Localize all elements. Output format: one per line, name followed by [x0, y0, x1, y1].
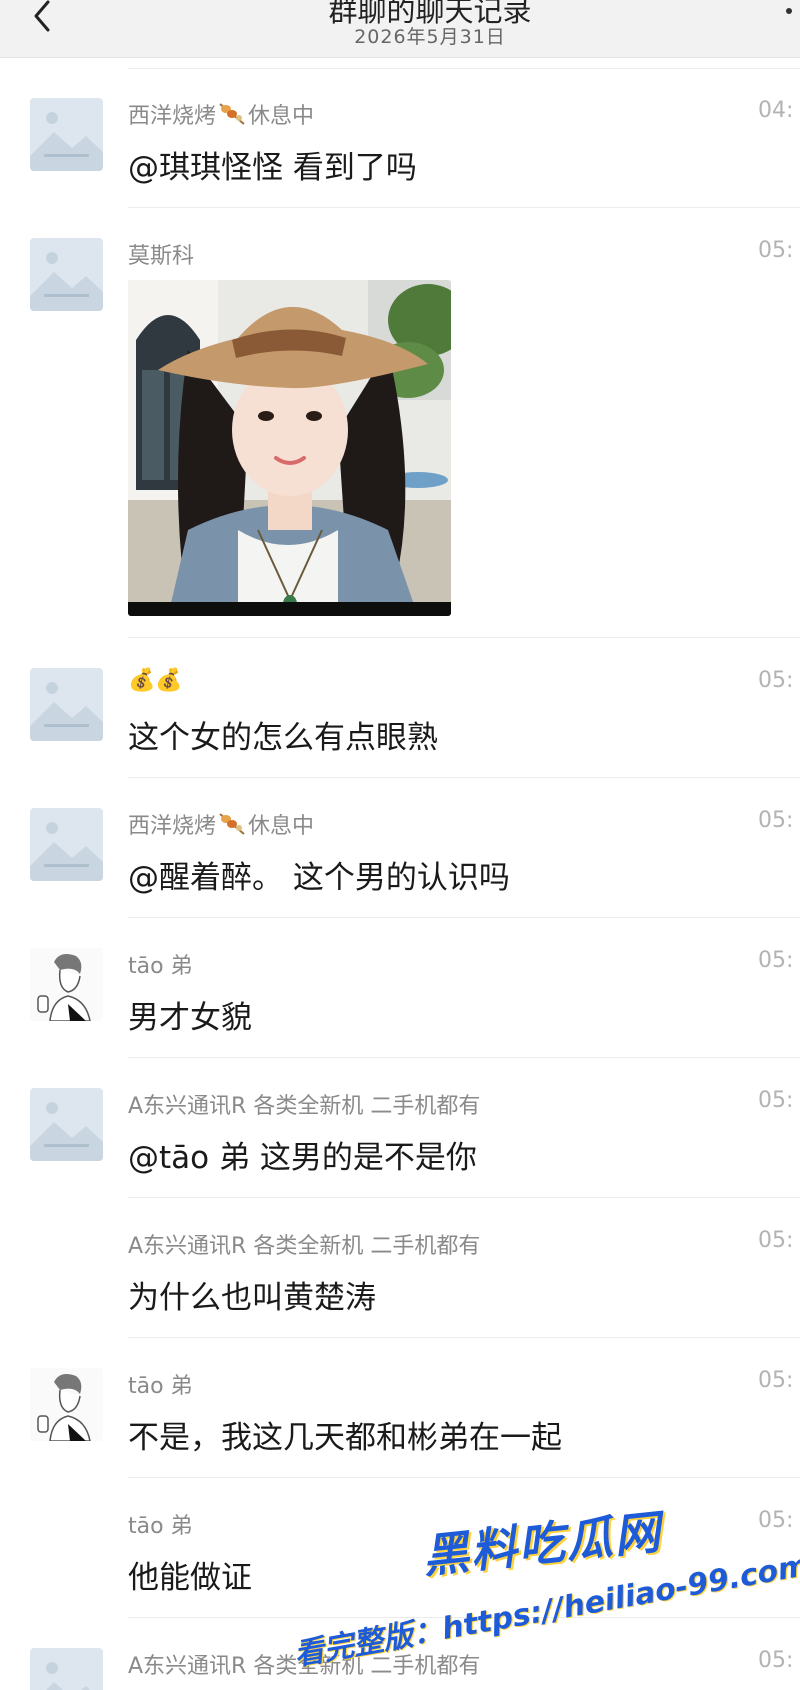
- photo-girl-in-straw-hat[interactable]: [128, 280, 451, 616]
- message-item[interactable]: tāo 弟 05: 不是，我这几天都和彬弟在一起: [0, 1338, 800, 1478]
- message-item[interactable]: 💰💰 05: 这个女的怎么有点眼熟: [0, 638, 800, 778]
- more-button[interactable]: [786, 8, 800, 20]
- sender-status: 休息中: [248, 814, 315, 839]
- message-time: 05:: [758, 668, 794, 693]
- sender-name: 💰💰: [128, 668, 183, 693]
- placeholder-image-icon[interactable]: [30, 668, 103, 741]
- message-item[interactable]: 莫斯科 05:: [0, 208, 800, 638]
- message-list[interactable]: 西洋烧烤 休息中 04: @琪琪怪怪 看到了吗 莫斯科 05: 💰💰 05: 这…: [0, 58, 800, 1690]
- message-time: 05:: [758, 948, 794, 973]
- sketch-boy-avatar[interactable]: [30, 948, 103, 1021]
- sender-name: A东兴通讯R 各类全新机 二手机都有: [128, 1654, 481, 1679]
- message-text: 男才女貌: [128, 1000, 252, 1036]
- sender-name: A东兴通讯R 各类全新机 二手机都有: [128, 1094, 481, 1119]
- skewer-emoji: [216, 100, 248, 132]
- message-item[interactable]: 西洋烧烤 休息中 05: @醒着醉。 这个男的认识吗: [0, 778, 800, 918]
- message-time: 04:: [758, 98, 794, 123]
- sender-name-text: 西洋烧烤: [128, 814, 217, 839]
- sender-name: 西洋烧烤 休息中: [128, 808, 314, 842]
- message-time: 05:: [758, 238, 794, 263]
- sketch-boy-avatar[interactable]: [30, 1368, 103, 1441]
- message-item[interactable]: A东兴通讯R 各类全新机 二手机都有 05: 为什么也叫黄楚涛: [0, 1198, 800, 1338]
- message-text: 为什么也叫黄楚涛: [128, 1280, 376, 1316]
- chat-date: 2026年5月31日: [354, 26, 506, 48]
- sender-name: A东兴通讯R 各类全新机 二手机都有: [128, 1234, 481, 1259]
- placeholder-image-icon[interactable]: [30, 808, 103, 881]
- message-text: 不是，我这几天都和彬弟在一起: [128, 1420, 562, 1456]
- message-time: 05:: [758, 1088, 794, 1113]
- message-item[interactable]: A东兴通讯R 各类全新机 二手机都有 05:: [0, 1618, 800, 1690]
- sender-status: 休息中: [248, 104, 315, 129]
- message-item[interactable]: tāo 弟 05: 他能做证: [0, 1478, 800, 1618]
- skewer-emoji: [216, 810, 248, 842]
- message-item[interactable]: tāo 弟 05: 男才女貌: [0, 918, 800, 1058]
- message-time: 05:: [758, 1508, 794, 1533]
- message-text: @醒着醉。 这个男的认识吗: [128, 860, 510, 896]
- sender-name-text: 西洋烧烤: [128, 104, 217, 129]
- message-time: 05:: [758, 808, 794, 833]
- message-text: 这个女的怎么有点眼熟: [128, 720, 438, 756]
- more-icon: [786, 8, 792, 14]
- placeholder-image-icon[interactable]: [30, 98, 103, 171]
- sender-name: tāo 弟: [128, 954, 193, 979]
- sender-name: 莫斯科: [128, 244, 195, 269]
- message-text: 他能做证: [128, 1560, 252, 1596]
- placeholder-image-icon[interactable]: [30, 1648, 103, 1690]
- sender-name: 西洋烧烤 休息中: [128, 98, 314, 132]
- message-item[interactable]: 西洋烧烤 休息中 04: @琪琪怪怪 看到了吗: [0, 68, 800, 208]
- message-item[interactable]: A东兴通讯R 各类全新机 二手机都有 05: @tāo 弟 这男的是不是你: [0, 1058, 800, 1198]
- placeholder-image-icon[interactable]: [30, 238, 103, 311]
- message-time: 05:: [758, 1648, 794, 1673]
- sender-name: tāo 弟: [128, 1514, 193, 1539]
- chat-history-header: 群聊的聊天记录 2026年5月31日: [0, 0, 800, 58]
- message-text: @琪琪怪怪 看到了吗: [128, 150, 417, 186]
- message-time: 05:: [758, 1368, 794, 1393]
- message-time: 05:: [758, 1228, 794, 1253]
- placeholder-image-icon[interactable]: [30, 1088, 103, 1161]
- sender-name: tāo 弟: [128, 1374, 193, 1399]
- message-text: @tāo 弟 这男的是不是你: [128, 1140, 477, 1176]
